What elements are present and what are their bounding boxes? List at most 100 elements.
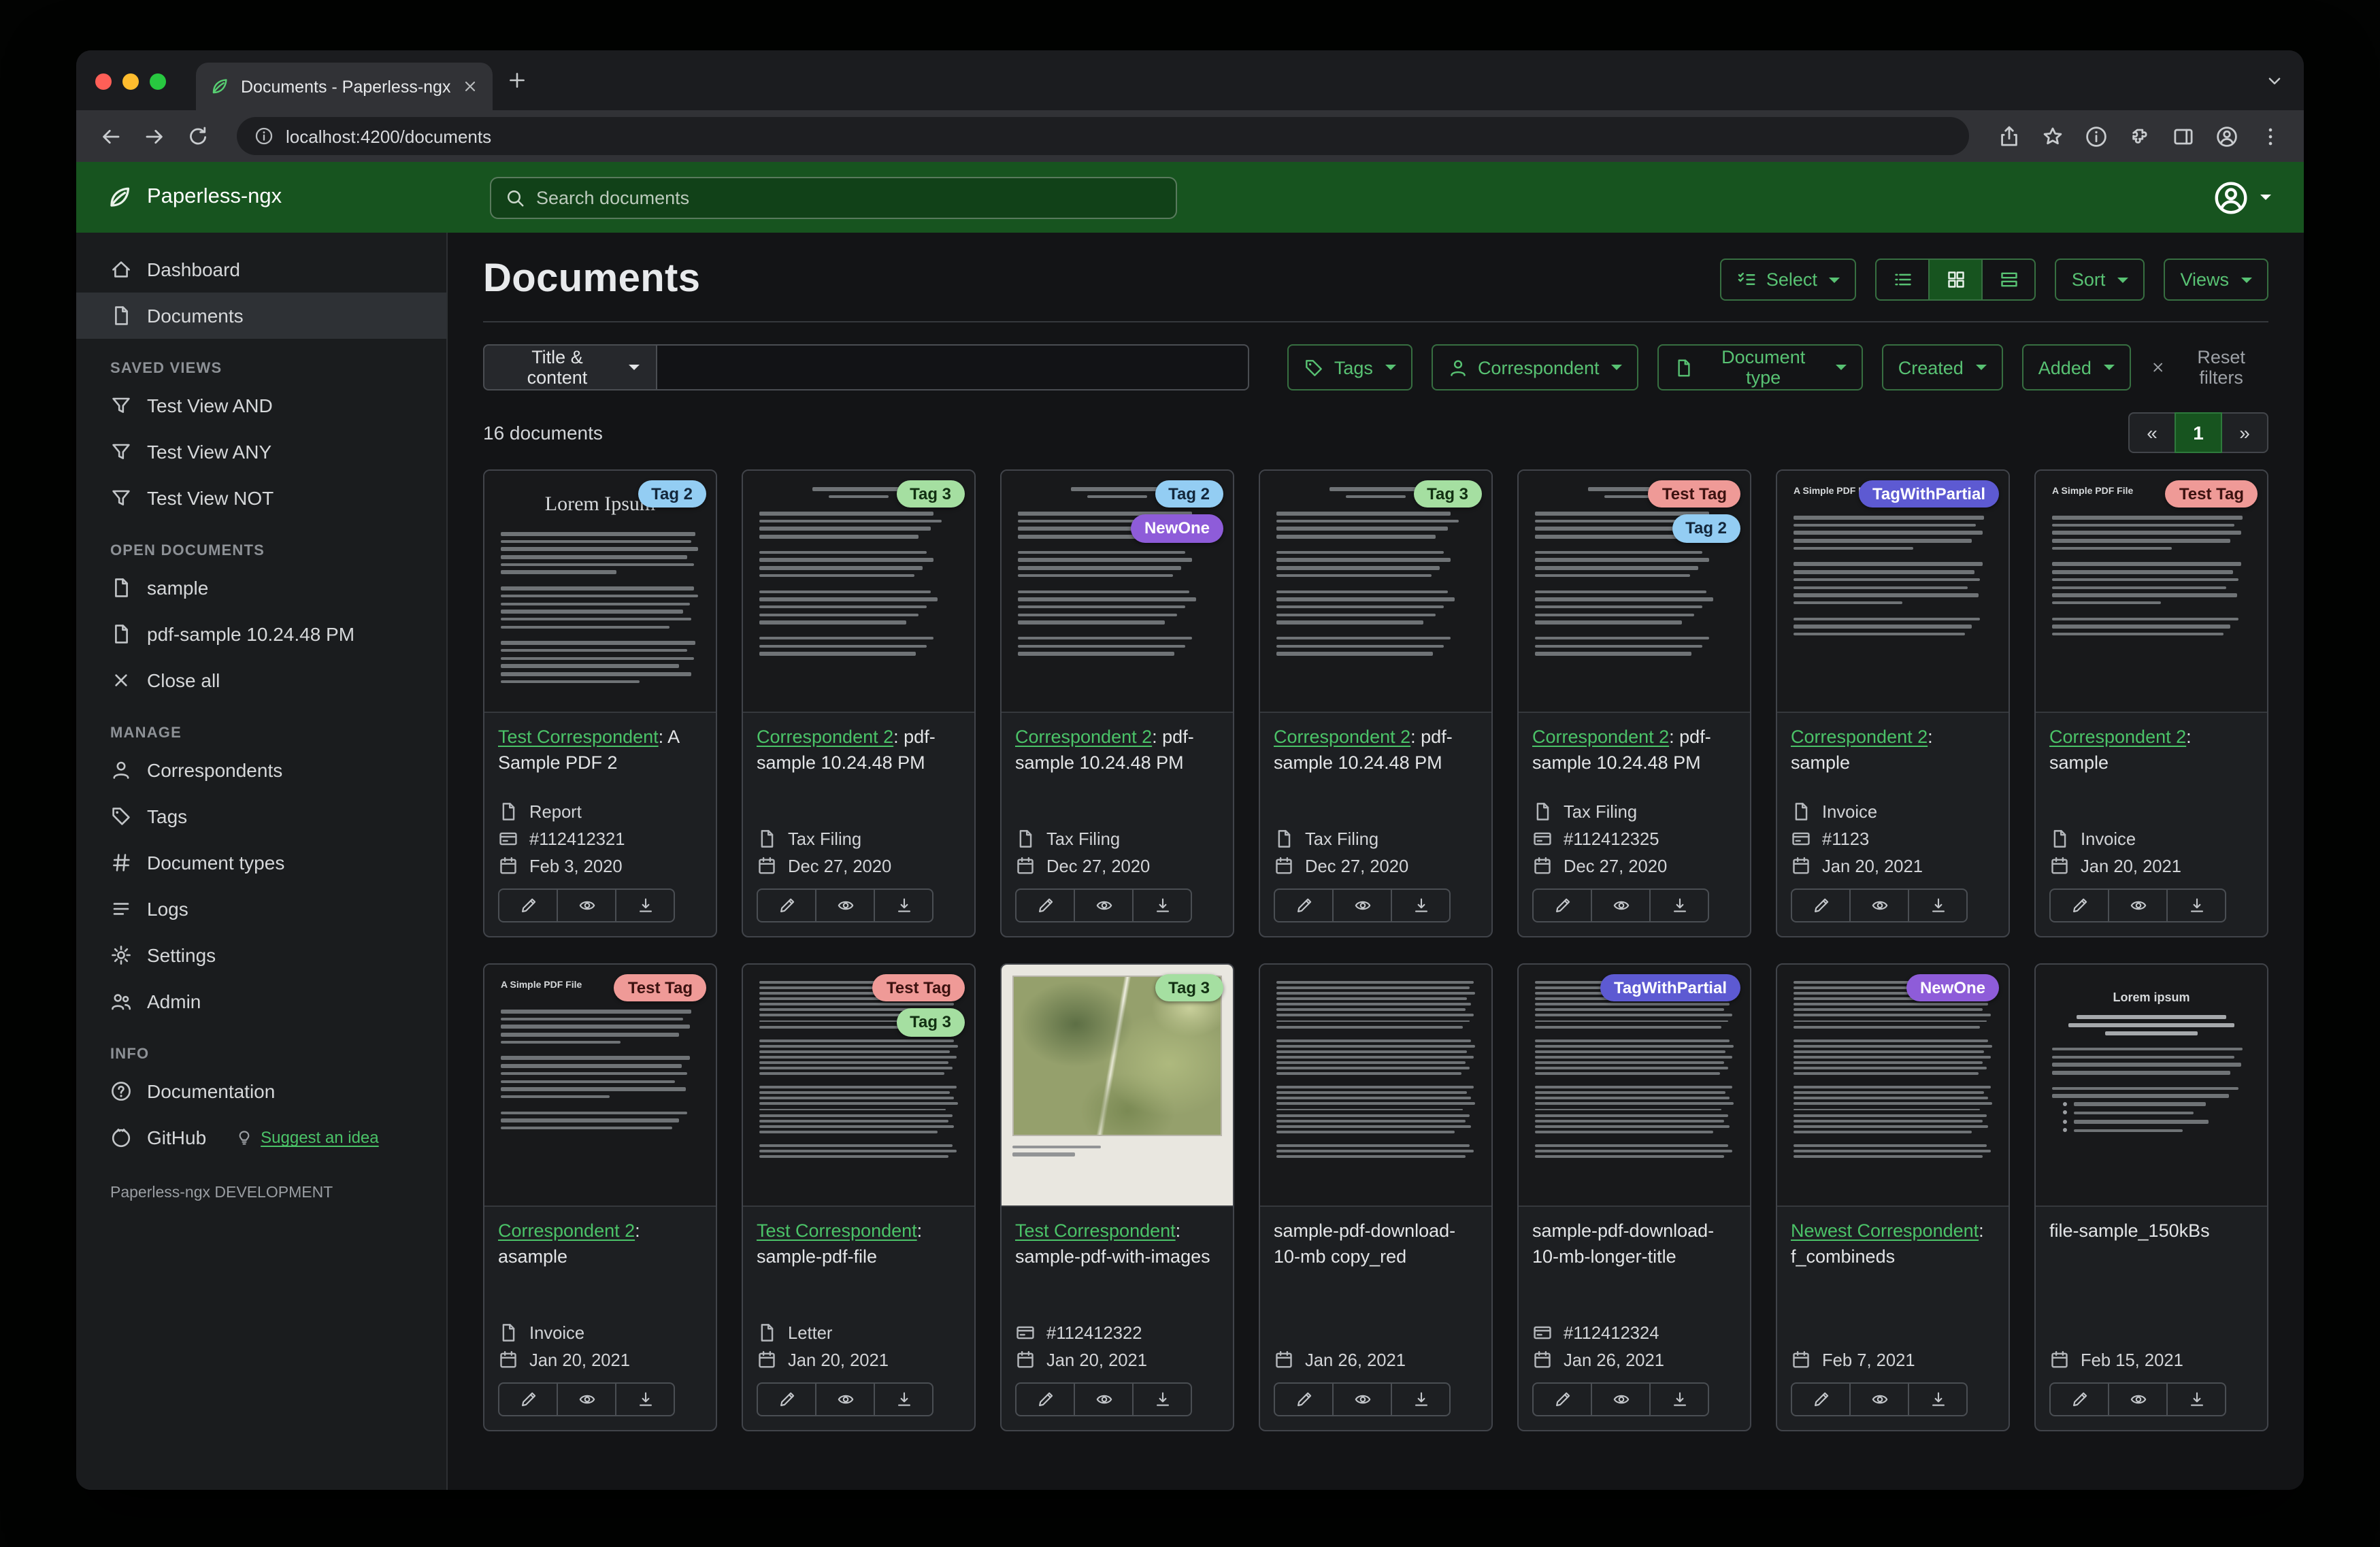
window-close-button[interactable] [95, 73, 112, 90]
select-button[interactable]: Select [1719, 259, 1857, 301]
browser-profile-button[interactable] [2209, 118, 2244, 154]
tag-badge-tagwithpartial[interactable]: TagWithPartial [1600, 974, 1740, 1002]
status-button[interactable] [2078, 118, 2113, 154]
correspondent-link[interactable]: Test Correspondent [498, 727, 659, 747]
reload-button[interactable] [180, 118, 215, 154]
pagination-prev-button[interactable]: « [2128, 412, 2176, 453]
document-thumbnail[interactable]: Lorem Ipsum Tag 2 [484, 471, 716, 713]
sidebar-item-correspondents[interactable]: Correspondents [76, 747, 446, 793]
document-card[interactable]: Lorem Ipsum Tag 2 Test Correspondent: A … [483, 469, 717, 937]
document-card[interactable]: A Simple PDF File Test Tag Correspondent… [2034, 469, 2268, 937]
preview-button[interactable] [557, 888, 616, 922]
download-button[interactable] [874, 888, 933, 922]
document-type-filter-button[interactable]: Document type [1657, 344, 1863, 390]
tag-badge-test-tag[interactable]: Test Tag [1648, 480, 1740, 508]
document-thumbnail[interactable]: Tag 3 [1002, 965, 1233, 1207]
preview-button[interactable] [815, 1382, 875, 1416]
document-title[interactable]: Correspondent 2: pdf-sample 10.24.48 PM [1532, 725, 1736, 776]
view-grid-button[interactable] [1928, 259, 1983, 301]
preview-button[interactable] [2108, 1382, 2168, 1416]
tag-badge-tag-3[interactable]: Tag 3 [896, 480, 965, 508]
preview-button[interactable] [1074, 888, 1134, 922]
document-title[interactable]: sample-pdf-download-10-mb-longer-title [1532, 1219, 1736, 1270]
document-thumbnail[interactable]: TagWithPartial [1519, 965, 1750, 1207]
tag-badge-test-tag[interactable]: Test Tag [2165, 480, 2258, 508]
tag-badge-tag-3[interactable]: Tag 3 [896, 1008, 965, 1037]
filter-text-input[interactable] [655, 344, 1250, 390]
pagination-page-1-button[interactable]: 1 [2175, 412, 2222, 453]
download-button[interactable] [874, 1382, 933, 1416]
tag-badge-tagwithpartial[interactable]: TagWithPartial [1858, 480, 1999, 508]
document-thumbnail[interactable]: Test Tag Tag 3 [743, 965, 974, 1207]
document-title[interactable]: Correspondent 2: pdf-sample 10.24.48 PM [1015, 725, 1219, 776]
side-panel-button[interactable] [2165, 118, 2200, 154]
pagination-next-button[interactable]: » [2221, 412, 2268, 453]
download-button[interactable] [1908, 888, 1968, 922]
global-search[interactable] [490, 176, 1177, 218]
document-thumbnail[interactable]: Test Tag Tag 2 [1519, 471, 1750, 713]
filter-field-dropdown[interactable]: Title & content [483, 344, 657, 390]
edit-button[interactable] [1274, 888, 1334, 922]
document-card[interactable]: A Simple PDF File Test Tag Correspondent… [483, 963, 717, 1431]
document-thumbnail[interactable]: Tag 3 [743, 471, 974, 713]
sidebar-item-close-all[interactable]: Close all [76, 657, 446, 703]
correspondent-link[interactable]: Newest Correspondent [1791, 1220, 1979, 1241]
edit-button[interactable] [757, 888, 816, 922]
browser-menu-button[interactable] [2252, 118, 2287, 154]
document-thumbnail[interactable]: NewOne [1777, 965, 2009, 1207]
sidebar-item-document-types[interactable]: Document types [76, 839, 446, 886]
browser-tab[interactable]: Documents - Paperless-ngx [196, 63, 493, 110]
document-title[interactable]: Test Correspondent: sample-pdf-with-imag… [1015, 1219, 1219, 1270]
tag-badge-tag-2[interactable]: Tag 2 [1155, 480, 1223, 508]
preview-button[interactable] [1074, 1382, 1134, 1416]
view-cards-button[interactable] [1981, 259, 2036, 301]
document-card[interactable]: Tag 3 Correspondent 2: pdf-sample 10.24.… [742, 469, 976, 937]
document-title[interactable]: file-sample_150kBs [2049, 1219, 2253, 1244]
preview-button[interactable] [1591, 888, 1651, 922]
sidebar-item-test-view-not[interactable]: Test View NOT [76, 475, 446, 521]
edit-button[interactable] [1015, 1382, 1075, 1416]
sidebar-item-logs[interactable]: Logs [76, 886, 446, 932]
sidebar-item-settings[interactable]: Settings [76, 932, 446, 978]
extensions-button[interactable] [2121, 118, 2157, 154]
correspondent-link[interactable]: Correspondent 2 [757, 727, 893, 747]
tag-badge-tag-2[interactable]: Tag 2 [638, 480, 706, 508]
document-card[interactable]: Tag 3 Test Correspondent: sample-pdf-wit… [1000, 963, 1234, 1431]
sidebar-item-test-view-any[interactable]: Test View ANY [76, 429, 446, 475]
download-button[interactable] [615, 888, 675, 922]
document-card[interactable]: Tag 3 Correspondent 2: pdf-sample 10.24.… [1259, 469, 1493, 937]
document-thumbnail[interactable]: A Simple PDF File Test Tag [484, 965, 716, 1207]
created-filter-button[interactable]: Created [1881, 344, 2003, 390]
document-card[interactable]: A Simple PDF File TagWithPartial Corresp… [1776, 469, 2010, 937]
edit-button[interactable] [498, 888, 558, 922]
document-title[interactable]: sample-pdf-download-10-mb copy_red [1274, 1219, 1478, 1270]
suggest-idea-link[interactable]: Suggest an idea [235, 1128, 379, 1147]
tag-badge-tag-3[interactable]: Tag 3 [1413, 480, 1482, 508]
site-info-icon[interactable] [254, 127, 274, 146]
document-card[interactable]: Tag 2 NewOne Correspondent 2: pdf-sample … [1000, 469, 1234, 937]
document-card[interactable]: NewOne Newest Correspondent: f_combineds… [1776, 963, 2010, 1431]
tag-badge-tag-2[interactable]: Tag 2 [1672, 514, 1740, 543]
edit-button[interactable] [1274, 1382, 1334, 1416]
app-logo[interactable]: Paperless-ngx [106, 184, 490, 211]
preview-button[interactable] [1591, 1382, 1651, 1416]
edit-button[interactable] [1791, 888, 1851, 922]
document-thumbnail[interactable]: Tag 2 NewOne [1002, 471, 1233, 713]
search-input[interactable] [536, 187, 1162, 207]
download-button[interactable] [2166, 888, 2226, 922]
edit-button[interactable] [2049, 888, 2109, 922]
document-title[interactable]: Correspondent 2: sample [1791, 725, 1995, 776]
download-button[interactable] [1908, 1382, 1968, 1416]
edit-button[interactable] [2049, 1382, 2109, 1416]
edit-button[interactable] [1532, 1382, 1592, 1416]
preview-button[interactable] [1849, 1382, 1909, 1416]
tab-search-chevron-icon[interactable] [2264, 70, 2285, 90]
bookmark-button[interactable] [2034, 118, 2070, 154]
correspondent-link[interactable]: Correspondent 2 [2049, 727, 2186, 747]
tag-badge-newone[interactable]: NewOne [1906, 974, 1999, 1002]
preview-button[interactable] [1332, 1382, 1392, 1416]
document-thumbnail[interactable] [1260, 965, 1491, 1207]
document-card[interactable]: Test Tag Tag 3 Test Correspondent: sample… [742, 963, 976, 1431]
preview-button[interactable] [557, 1382, 616, 1416]
preview-button[interactable] [2108, 888, 2168, 922]
